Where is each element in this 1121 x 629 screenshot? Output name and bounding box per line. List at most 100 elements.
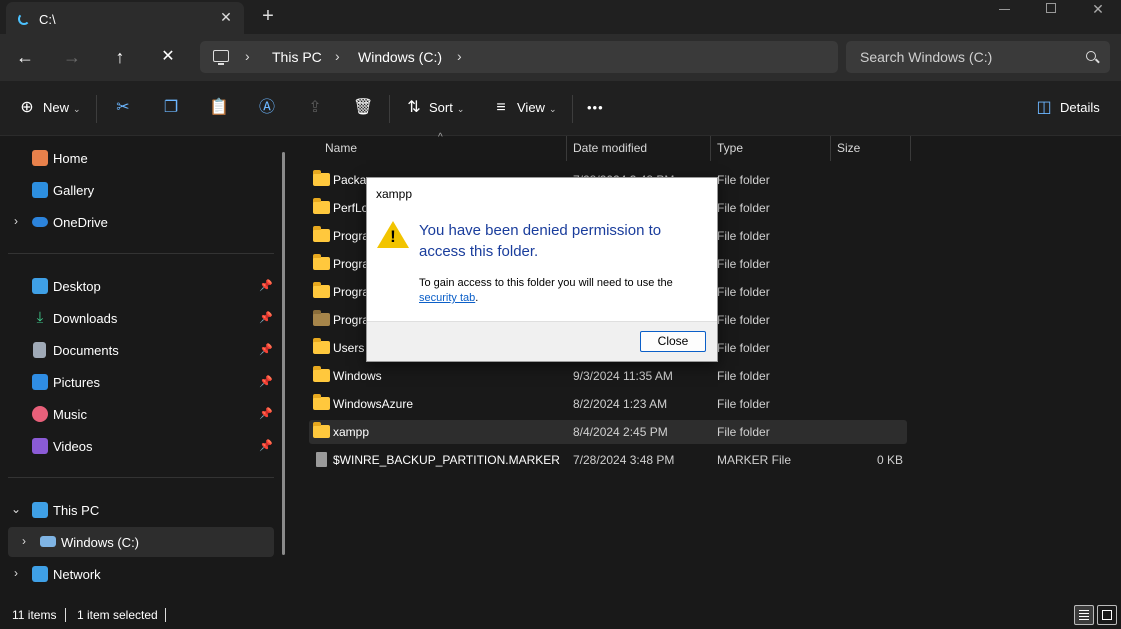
downloads-icon: ⤓ [36, 309, 44, 326]
divider [8, 477, 274, 478]
chevron-down-icon[interactable]: ⌄ [10, 502, 22, 516]
column-header-size[interactable]: Size [837, 136, 860, 161]
sidebar-item-home[interactable]: Home [0, 143, 274, 173]
new-button[interactable]: New ⌄ [43, 96, 81, 120]
view-button[interactable]: View ⌄ [517, 96, 557, 120]
tab-c-drive[interactable]: C:\ ✕ [6, 2, 244, 34]
cut-icon[interactable]: ✂ [113, 98, 133, 118]
table-row-selected[interactable]: xampp 8/4/2024 2:45 PM File folder [309, 420, 907, 444]
table-row[interactable]: Windows 9/3/2024 11:35 AM File folder [309, 364, 907, 388]
details-view-button[interactable] [1074, 605, 1094, 625]
up-icon[interactable]: ↑ [106, 44, 134, 70]
pin-icon[interactable]: 📌 [259, 343, 273, 356]
this-pc-icon [213, 50, 229, 65]
navigation-bar: ← → ↑ ✕ › This PC › Windows (C:) › Searc… [0, 34, 1121, 81]
pin-icon[interactable]: 📌 [259, 439, 273, 452]
share-icon[interactable]: ⇪ [305, 98, 325, 118]
divider [165, 608, 166, 622]
folder-icon [313, 170, 330, 186]
stop-loading-icon[interactable]: ✕ [154, 44, 182, 70]
chevron-right-icon[interactable]: › [245, 48, 250, 64]
sidebar-scrollbar[interactable] [282, 152, 285, 555]
sidebar-item-videos[interactable]: Videos 📌 [0, 431, 274, 461]
sidebar-item-onedrive[interactable]: › OneDrive [0, 207, 274, 237]
chevron-right-icon[interactable]: › [335, 48, 340, 64]
pin-icon[interactable]: 📌 [259, 375, 273, 388]
breadcrumb-windows-c[interactable]: Windows (C:) [358, 49, 442, 65]
tiles-view-icon [1102, 610, 1112, 620]
chevron-right-icon[interactable]: › [10, 566, 22, 580]
sidebar-item-network[interactable]: › Network [0, 559, 274, 589]
column-divider[interactable] [830, 136, 831, 161]
sort-label: Sort [429, 100, 453, 115]
minimize-button[interactable] [982, 0, 1028, 26]
sort-button[interactable]: Sort ⌄ [429, 96, 464, 120]
paste-icon[interactable]: 📋 [209, 98, 229, 118]
folder-icon [313, 198, 330, 214]
folder-icon [313, 338, 330, 354]
copy-icon[interactable]: ❐ [161, 98, 181, 118]
chevron-right-icon[interactable]: › [10, 214, 22, 228]
sidebar-item-desktop[interactable]: Desktop 📌 [0, 271, 274, 301]
close-icon: ✕ [1092, 1, 1104, 17]
delete-icon[interactable]: 🗑 [353, 98, 373, 118]
pin-icon[interactable]: 📌 [259, 311, 273, 324]
forward-icon[interactable]: → [58, 44, 86, 70]
sidebar-item-label: Home [53, 151, 88, 166]
back-icon[interactable]: ← [11, 44, 39, 70]
column-divider[interactable] [910, 136, 911, 161]
tiles-view-button[interactable] [1097, 605, 1117, 625]
divider [65, 608, 66, 622]
folder-icon [313, 226, 330, 242]
sidebar-item-windows-c[interactable]: › Windows (C:) [8, 527, 274, 557]
column-header-name[interactable]: Name [325, 136, 357, 161]
dialog-footer: Close [367, 321, 717, 361]
sort-icon: ⇅ [407, 99, 421, 116]
desktop-icon [32, 278, 48, 294]
search-input[interactable]: Search Windows (C:) [846, 41, 1110, 73]
sidebar-item-label: OneDrive [53, 215, 108, 230]
minimize-icon [999, 9, 1010, 10]
pin-icon[interactable]: 📌 [259, 279, 273, 292]
column-divider[interactable] [566, 136, 567, 161]
new-tab-icon[interactable]: + [258, 6, 278, 26]
search-icon [1086, 51, 1096, 61]
file-name: Windows [333, 369, 382, 383]
sidebar-item-this-pc[interactable]: ⌄ This PC [0, 495, 274, 525]
table-row[interactable]: WindowsAzure 8/2/2024 1:23 AM File folde… [309, 392, 907, 416]
file-type: File folder [717, 341, 770, 355]
address-bar[interactable]: › This PC › Windows (C:) › [200, 41, 838, 73]
chevron-right-icon[interactable]: › [457, 48, 462, 64]
close-button[interactable]: Close [640, 331, 706, 352]
sidebar-item-label: Network [53, 567, 101, 582]
column-header-date[interactable]: Date modified [573, 136, 647, 161]
dialog-body-suffix: . [475, 292, 479, 304]
breadcrumb-this-pc[interactable]: This PC [272, 49, 322, 65]
file-type: File folder [717, 201, 770, 215]
pin-icon[interactable]: 📌 [259, 407, 273, 420]
details-button[interactable]: Details [1060, 96, 1100, 120]
close-window-button[interactable]: ✕ [1075, 0, 1121, 26]
sidebar-item-downloads[interactable]: ⤓ Downloads 📌 [0, 303, 274, 333]
close-tab-icon[interactable]: ✕ [217, 8, 235, 26]
chevron-right-icon[interactable]: › [18, 534, 30, 548]
column-header-type[interactable]: Type [717, 136, 743, 161]
security-tab-link[interactable]: security tab [419, 292, 475, 304]
rename-icon[interactable]: Ⓐ [257, 98, 277, 118]
details-view-icon [1079, 610, 1089, 620]
sidebar-item-gallery[interactable]: Gallery [0, 175, 274, 205]
table-row[interactable]: $WINRE_BACKUP_PARTITION.MARKER 7/28/2024… [309, 448, 907, 472]
command-bar: ⊕ New ⌄ ✂ ❐ 📋 Ⓐ ⇪ 🗑 ⇅ Sort ⌄ ≡ View ⌄ ••• ◫… [0, 81, 1121, 136]
tab-title: C:\ [39, 12, 56, 27]
sidebar-item-label: Downloads [53, 311, 118, 326]
more-options-button[interactable]: ••• [587, 96, 604, 120]
details-pane-icon: ◫ [1036, 99, 1052, 116]
new-plus-icon: ⊕ [20, 99, 34, 116]
search-placeholder: Search Windows (C:) [860, 49, 993, 65]
sidebar-item-label: Music [53, 407, 87, 422]
column-divider[interactable] [710, 136, 711, 161]
maximize-button[interactable] [1028, 0, 1074, 26]
sidebar-item-music[interactable]: Music 📌 [0, 399, 274, 429]
sidebar-item-pictures[interactable]: Pictures 📌 [0, 367, 274, 397]
sidebar-item-documents[interactable]: Documents 📌 [0, 335, 274, 365]
